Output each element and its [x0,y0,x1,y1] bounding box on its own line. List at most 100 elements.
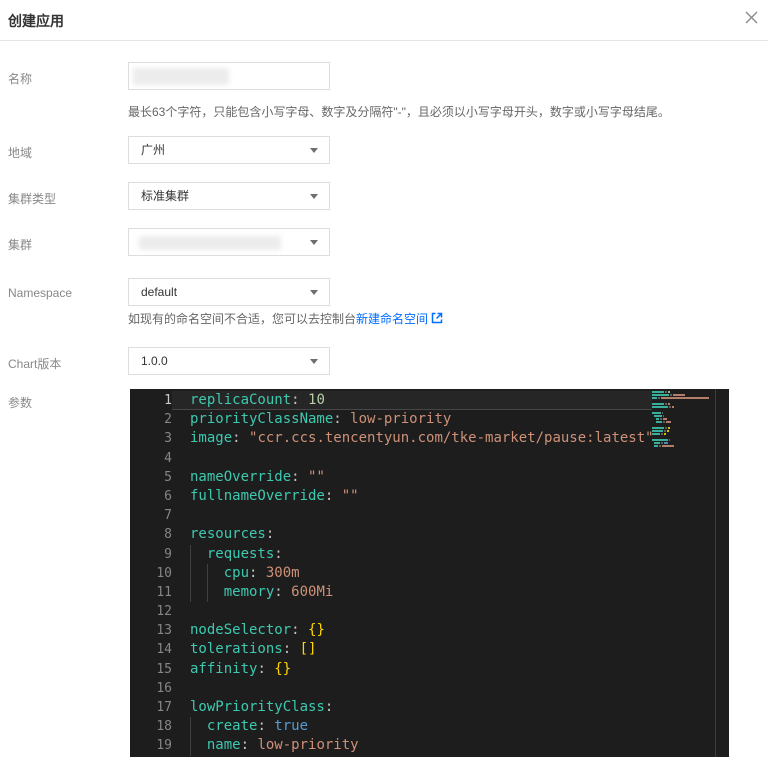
line-number: 12 [156,604,172,620]
editor-minimap[interactable] [652,391,712,755]
code-line: 9 requests: [130,545,652,564]
minimap-line [652,412,712,414]
line-number: 14 [156,642,172,658]
code-line: 6 fullnameOverride: "" [130,487,652,506]
code-line: 11 memory: 600Mi [130,583,652,602]
header-divider [0,40,768,41]
external-link-icon[interactable] [431,312,443,327]
minimap-line [652,409,712,411]
name-input[interactable] [128,62,330,90]
minimap-line [652,439,712,441]
chart-version-select-value: 1.0.0 [141,354,168,368]
chevron-down-icon [310,240,318,245]
code-text: priorityClassName: low-priority [190,411,452,428]
cluster-type-select[interactable]: 标准集群 [128,182,330,210]
minimap-line [652,406,712,408]
code-text: fullnameOverride: "" [190,487,359,504]
code-line: 18 create: true [130,717,652,736]
code-line: 3 image: "ccr.ccs.tencentyun.com/tke-mark… [130,429,654,448]
namespace-helper-prefix: 如现有的命名空间不合适，您可以去控制台 [128,312,357,326]
code-text: cpu: 300m [223,564,300,581]
code-line: 14 tolerations: [] [130,640,652,659]
region-select[interactable]: 广州 [128,136,330,164]
field-label-cluster: 集群 [8,238,33,252]
line-number: 15 [156,661,172,677]
line-number: 6 [164,488,172,504]
line-number: 19 [156,738,172,754]
minimap-line [652,391,712,393]
field-label-name: 名称 [8,72,33,86]
close-icon[interactable] [742,8,760,26]
yaml-code-editor[interactable]: 1 replicaCount: 10 2 priorityClassName: low… [130,389,729,757]
line-number: 17 [156,700,172,715]
indent-guide [207,563,208,603]
create-namespace-link[interactable]: 新建命名空间 [356,312,428,326]
namespace-select[interactable]: default [128,278,330,306]
code-line: 17 lowPriorityClass: [130,698,652,717]
code-line: 8 resources: [130,525,652,544]
code-text: resources: [190,526,275,543]
minimap-line [652,397,712,399]
code-text: create: true [206,718,309,735]
line-number: 1 [164,393,172,408]
minimap-line [652,421,712,423]
minimap-line [652,436,712,438]
code-text: memory: 600Mi [223,583,334,600]
code-line: 13 nodeSelector: {} [130,621,652,640]
line-number: 9 [164,546,172,562]
code-text: lowPriorityClass: [190,699,334,715]
code-line: 19 name: low-priority [130,736,652,755]
code-text: requests: [206,545,283,562]
code-text: name: low-priority [206,737,359,754]
chevron-down-icon [310,290,318,295]
code-line: 1 replicaCount: 10 [130,391,652,411]
field-label-namespace: Namespace [8,286,73,300]
minimap-line [652,415,712,417]
code-line: 2 priorityClassName: low-priority [130,410,652,429]
code-text: image: "ccr.ccs.tencentyun.com/tke-marke… [190,430,654,447]
minimap-line [652,400,712,402]
code-text: affinity: {} [190,660,292,677]
minimap-line [652,418,712,420]
code-line: 10 cpu: 300m [130,564,652,583]
line-number: 18 [156,719,172,735]
redacted-value [133,68,229,85]
line-number: 3 [164,431,172,447]
minimap-line [652,430,712,432]
cluster-select[interactable] [128,228,330,256]
chart-version-select[interactable]: 1.0.0 [128,347,330,375]
cluster-type-select-value: 标准集群 [141,189,190,203]
code-line: 7 [130,506,652,525]
code-line: 5 nameOverride: "" [130,468,652,487]
namespace-helper-text: 如现有的命名空间不合适，您可以去控制台新建命名空间 [128,310,443,327]
minimap-line [652,403,712,405]
minimap-border [715,389,716,757]
code-line: 15 affinity: {} [130,660,652,679]
code-line: 12 [130,602,652,621]
minimap-line [652,424,712,426]
line-number: 11 [156,584,172,600]
line-number: 16 [156,680,172,696]
chevron-down-icon [310,148,318,153]
code-line: 4 [130,449,652,468]
create-app-dialog: 创建应用 名称 最长63个字符，只能包含小写字母、数字及分隔符"-"，且必须以小… [0,0,768,760]
field-label-params: 参数 [8,396,33,410]
indent-guide [190,544,191,603]
minimap-line [652,445,712,447]
code-line: 16 [130,679,652,698]
namespace-select-value: default [141,285,178,299]
field-label-cluster-type: 集群类型 [8,192,57,206]
minimap-line [652,433,712,435]
minimap-line [652,442,712,444]
field-label-region: 地域 [8,146,33,160]
region-select-value: 广州 [141,143,166,157]
line-number: 2 [164,412,172,428]
line-number: 7 [164,508,172,524]
line-number: 13 [156,623,172,639]
indent-guide [190,717,191,756]
code-text: nameOverride: "" [190,468,325,485]
line-number: 8 [164,527,172,543]
line-number: 4 [164,450,172,466]
